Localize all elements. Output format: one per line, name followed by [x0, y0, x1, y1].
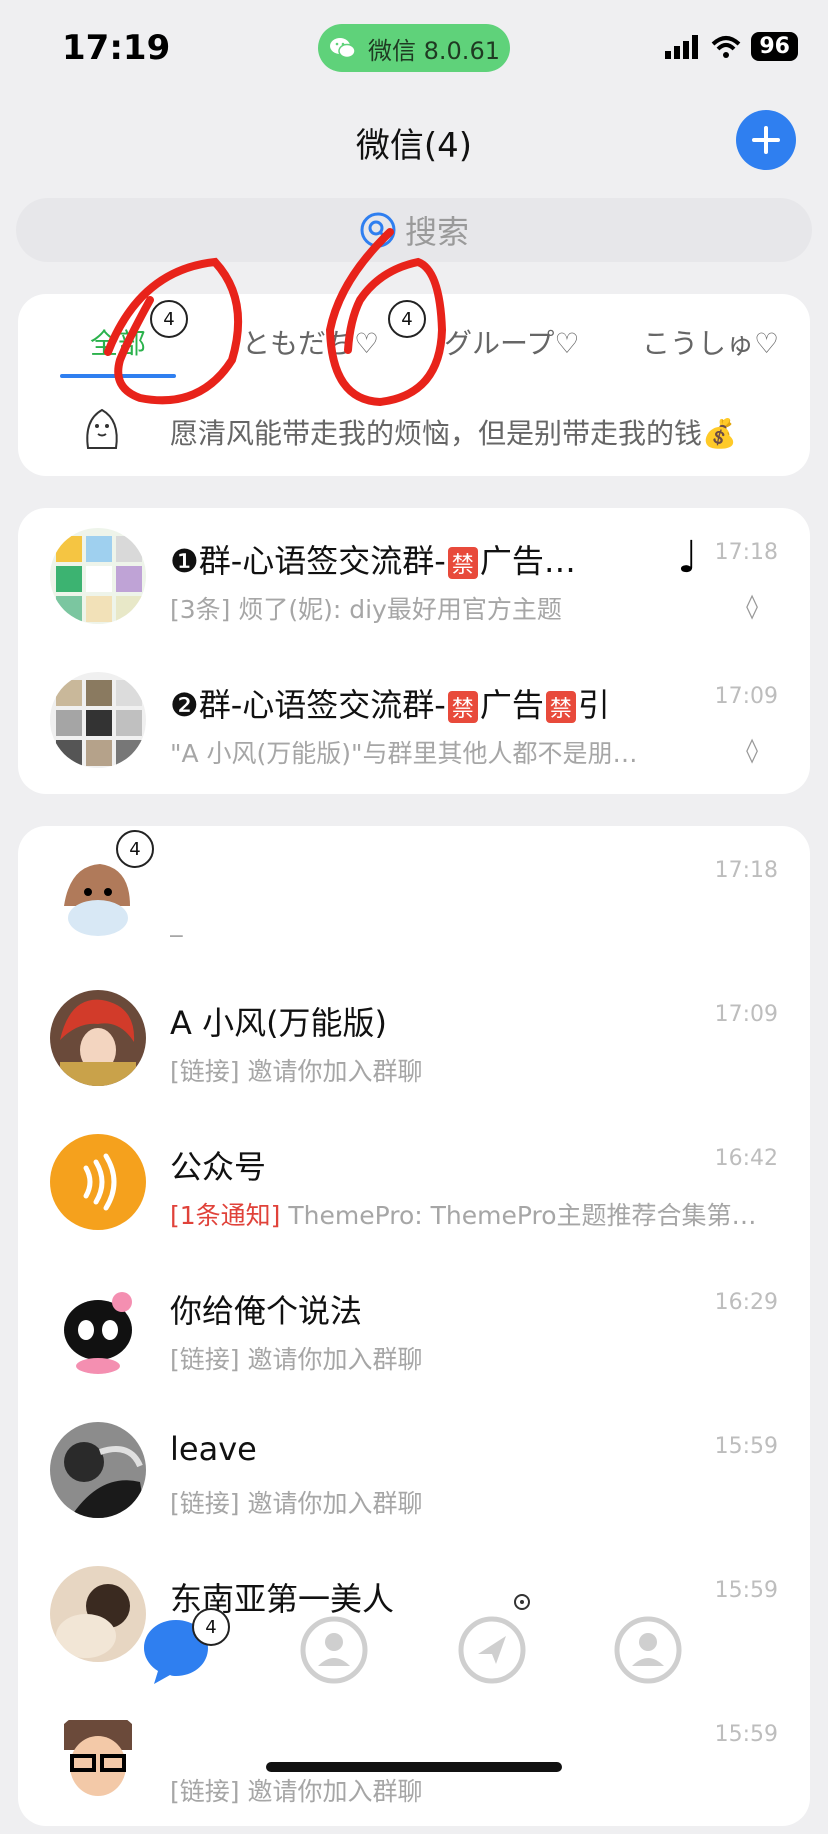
- chat-name: A 小风(万能版): [170, 1004, 388, 1042]
- chat-time: 15:59: [714, 1722, 778, 1747]
- chat-time: 16:42: [714, 1146, 778, 1171]
- group-avatar: [50, 672, 146, 768]
- chat-name: 你给俺个说法: [170, 1292, 363, 1330]
- chat-preview: [链接] 邀请你加入群聊: [170, 1345, 423, 1374]
- chat-item[interactable]: 4 17:18 _: [18, 826, 810, 970]
- chat-preview: [链接] 邀请你加入群聊: [170, 1777, 423, 1806]
- chat-name: 公众号: [170, 1148, 267, 1186]
- bottom-tab-bar: 4: [0, 1594, 828, 1714]
- mute-icon: ◊: [746, 592, 758, 620]
- chat-time: 17:09: [714, 684, 778, 709]
- contacts-tab-icon[interactable]: [298, 1614, 370, 1686]
- chat-name: ❷群-心语签交流群- 禁广告禁引: [170, 686, 610, 724]
- pinned-chats-card: ❶群-心语签交流群- 禁广告… ♩ 17:18 [3条] 烦了(妮): diy最好…: [18, 508, 810, 794]
- contact-avatar: [50, 1422, 146, 1518]
- chat-time: 17:18: [714, 858, 778, 883]
- red-annotation-scribble: [104, 228, 447, 407]
- chat-item[interactable]: 公众号 16:42 [1条通知] ThemePro: ThemePro主题推荐合…: [18, 1114, 810, 1258]
- chat-item[interactable]: ❶群-心语签交流群- 禁广告… ♩ 17:18 [3条] 烦了(妮): diy最好…: [18, 508, 810, 652]
- chat-name: leave: [170, 1430, 257, 1468]
- unread-badge: 4: [116, 830, 154, 868]
- chat-item[interactable]: 你给俺个说法 16:29 [链接] 邀请你加入群聊: [18, 1258, 810, 1402]
- chat-time: 17:09: [714, 1002, 778, 1027]
- chat-item[interactable]: ❷群-心语签交流群- 禁广告禁引 17:09 "A 小风(万能版)"与群里其他人都…: [18, 652, 810, 796]
- chat-item[interactable]: leave 15:59 [链接] 邀请你加入群聊: [18, 1402, 810, 1546]
- contact-avatar: [50, 990, 146, 1086]
- chats-tab-badge: 4: [192, 1608, 230, 1646]
- official-accounts-avatar: [50, 1134, 146, 1230]
- chat-preview: [链接] 邀请你加入群聊: [170, 1057, 423, 1086]
- chat-time: 15:59: [714, 1434, 778, 1459]
- chat-preview: [链接] 邀请你加入群聊: [170, 1489, 423, 1518]
- chat-time: 16:29: [714, 1290, 778, 1315]
- discover-tab-icon[interactable]: [456, 1614, 528, 1686]
- contact-avatar: [50, 1278, 146, 1374]
- mute-icon: ◊: [746, 736, 758, 764]
- chat-preview: "A 小风(万能版)"与群里其他人都不是朋…: [170, 739, 638, 768]
- chat-item[interactable]: A 小风(万能版) 17:09 [链接] 邀请你加入群聊: [18, 970, 810, 1114]
- me-tab-icon[interactable]: [612, 1614, 684, 1686]
- discover-flower-icon: [514, 1594, 530, 1610]
- music-note-icon: ♩: [677, 532, 698, 583]
- chat-time: 15:59: [714, 1578, 778, 1603]
- chat-preview: _: [170, 908, 183, 937]
- chat-name: ❶群-心语签交流群- 禁广告…: [170, 542, 576, 580]
- chat-time: 17:18: [714, 540, 778, 565]
- chat-preview: [3条] 烦了(妮): diy最好用官方主题: [170, 595, 562, 624]
- chat-preview: [1条通知] ThemePro: ThemePro主题推荐合集第…: [170, 1201, 757, 1230]
- group-avatar: [50, 528, 146, 624]
- home-indicator: [266, 1762, 562, 1772]
